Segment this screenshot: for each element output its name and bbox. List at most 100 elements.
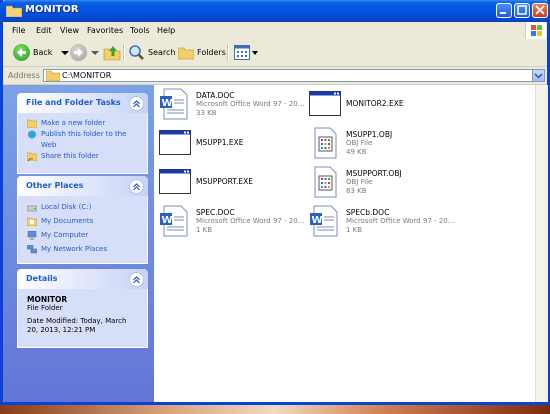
menu-favorites[interactable]: Favorites [87,26,123,35]
task-make-new-folder[interactable]: Make a new folder [27,118,147,129]
maximize-icon [517,5,527,15]
close-icon [535,5,545,15]
place-label: Local Disk (C:) [41,203,92,211]
file-name: MSUPP1.OBJ [346,130,393,139]
svg-text:W: W [162,215,173,226]
place-local-disk[interactable]: Local Disk (C:) [27,202,147,216]
file-item-monitor2-exe[interactable]: MONITOR2.EXE [309,88,459,122]
details-type: File Folder [27,304,63,312]
task-pane: File and Folder Tasks Make a new folder … [3,85,154,402]
search-label: Search [148,48,176,57]
file-size: 1 KB [346,226,363,234]
file-size: 63 KB [346,187,367,195]
folder-icon [46,70,60,81]
collapse-chevron-icon[interactable] [129,179,144,194]
exe-window-icon [159,169,191,194]
place-label: My Documents [41,217,94,225]
file-item-data-doc[interactable]: W DATA.DOC Microsoft Office Word 97 - 20… [159,88,309,122]
title-bar[interactable]: MONITOR [0,0,550,22]
task-share-folder[interactable]: Share this folder [27,151,147,162]
collapse-chevron-icon[interactable] [129,96,144,111]
place-my-computer[interactable]: My Computer [27,230,147,244]
panel-header[interactable]: Other Places [17,176,148,196]
address-dropdown-button[interactable] [532,70,544,81]
search-button[interactable]: Search [128,43,175,62]
address-input[interactable]: C:\MONITOR [43,69,545,82]
file-item-msupport-obj[interactable]: MSUPPORT.OBJ OBJ File 63 KB [309,166,459,200]
details-name: MONITOR [27,295,68,304]
file-list-view: W DATA.DOC Microsoft Office Word 97 - 20… [154,85,535,402]
menu-help[interactable]: Help [157,26,175,35]
word-doc-icon: W [160,205,188,237]
exe-window-icon [159,130,191,155]
forward-dropdown-icon[interactable] [90,49,100,57]
exe-window-icon [309,91,341,116]
panel-title: Other Places [26,181,84,190]
back-arrow-icon [13,44,30,61]
file-item-msupp1-exe[interactable]: MSUPP1.EXE [159,127,309,161]
file-name: MSUPPORT.EXE [196,177,254,186]
views-button[interactable] [234,43,259,62]
maximize-button[interactable] [514,3,530,18]
svg-text:W: W [312,215,323,226]
task-publish-folder-cont[interactable]: Web [27,140,147,151]
obj-file-icon [314,127,337,159]
back-dropdown-icon[interactable] [60,49,70,57]
minimize-button[interactable] [496,3,512,18]
address-value: C:\MONITOR [62,71,112,80]
globe-icon [27,130,37,139]
up-folder-button[interactable] [103,43,121,62]
place-label: My Network Places [41,245,108,253]
file-name: SPECb.DOC [346,208,390,217]
forward-arrow-icon [70,44,87,61]
details-modified-line2: 20, 2013, 12:21 PM [27,326,96,334]
file-type: Microsoft Office Word 97 - 20... [196,100,305,108]
address-bar: Address C:\MONITOR [3,67,547,85]
menu-view[interactable]: View [60,26,79,35]
vertical-scrollbar[interactable] [535,85,548,402]
file-name: MSUPP1.EXE [196,138,244,147]
file-folder-tasks-panel: File and Folder Tasks Make a new folder … [17,93,148,174]
file-name: DATA.DOC [196,91,235,100]
back-label: Back [33,48,53,57]
minimize-icon [500,12,506,14]
folders-button[interactable]: Folders [178,43,226,62]
back-button[interactable]: Back [13,43,70,62]
menu-edit[interactable]: Edit [36,26,52,35]
file-item-msupp1-obj[interactable]: MSUPP1.OBJ OBJ File 49 KB [309,127,459,161]
file-type: Microsoft Office Word 97 - 20... [196,217,305,225]
collapse-chevron-icon[interactable] [129,272,144,287]
file-item-msupport-exe[interactable]: MSUPPORT.EXE [159,166,309,200]
svg-text:W: W [162,98,173,109]
task-label: Publish this folder to the [41,130,127,138]
explorer-window: MONITOR File Edit View Favorites Tools H… [0,0,550,405]
task-publish-folder[interactable]: Publish this folder to the [27,129,147,140]
word-doc-icon: W [310,205,338,237]
file-item-spec-doc[interactable]: W SPEC.DOC Microsoft Office Word 97 - 20… [159,205,309,239]
share-folder-icon [27,152,37,161]
network-places-icon [27,245,37,254]
place-my-network[interactable]: My Network Places [27,244,147,258]
views-dropdown-icon [252,50,258,55]
word-doc-icon: W [160,88,188,120]
menu-file[interactable]: File [12,26,25,35]
file-item-specb-doc[interactable]: W SPECb.DOC Microsoft Office Word 97 - 2… [309,205,459,239]
panel-header[interactable]: Details [17,269,148,289]
place-my-documents[interactable]: My Documents [27,216,147,230]
panel-header[interactable]: File and Folder Tasks [17,93,148,113]
address-label: Address [8,71,40,80]
windows-logo-icon [525,22,546,39]
panel-title: Details [26,274,58,283]
task-label: Share this folder [41,152,99,160]
folders-icon [178,47,194,59]
folders-label: Folders [197,48,226,57]
forward-button[interactable] [70,43,100,62]
details-panel: Details MONITOR File Folder Date Modifie… [17,269,148,348]
panel-title: File and Folder Tasks [26,98,121,107]
close-button[interactable] [532,3,548,18]
menu-tools[interactable]: Tools [130,26,150,35]
details-modified-line1: Date Modified: Today, March [27,317,127,325]
search-icon [129,45,144,60]
toolbar: Back Search Folders [3,39,547,67]
menu-bar: File Edit View Favorites Tools Help [3,22,547,40]
